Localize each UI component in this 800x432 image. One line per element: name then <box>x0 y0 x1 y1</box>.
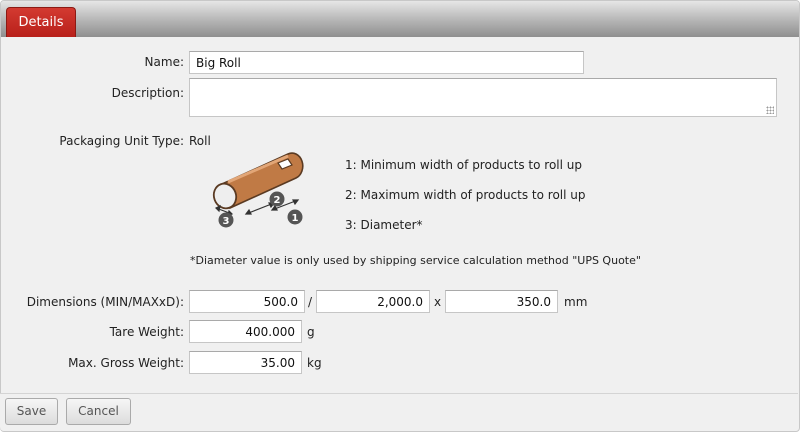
packaging-unit-type-label: Packaging Unit Type: <box>59 134 184 148</box>
legend-item-diameter: 3: Diameter* <box>345 218 423 232</box>
dimensions-label: Dimensions (MIN/MAXxD): <box>26 295 184 309</box>
name-input[interactable] <box>189 51 584 74</box>
cancel-button[interactable]: Cancel <box>66 398 131 425</box>
panel-header: Details <box>1 1 799 37</box>
dimension-min-input[interactable] <box>189 290 305 313</box>
dimension-diameter-input[interactable] <box>445 290 558 313</box>
name-label: Name: <box>144 55 184 69</box>
dimension-separator-x: x <box>434 295 442 309</box>
max-gross-weight-input[interactable] <box>189 351 302 374</box>
tare-weight-unit: g <box>307 325 315 339</box>
tare-weight-label: Tare Weight: <box>109 325 184 339</box>
marker-1-label: 1 <box>292 213 299 224</box>
diameter-footnote: *Diameter value is only used by shipping… <box>190 254 641 267</box>
legend-item-max-width: 2: Maximum width of products to roll up <box>345 188 586 202</box>
marker-2-label: 2 <box>274 195 281 206</box>
dimension-unit: mm <box>564 295 588 309</box>
save-button[interactable]: Save <box>5 398 58 425</box>
legend-item-min-width: 1: Minimum width of products to roll up <box>345 158 582 172</box>
dimension-max-input[interactable] <box>316 290 430 313</box>
description-textarea[interactable] <box>189 78 777 117</box>
description-label: Description: <box>111 86 184 100</box>
tab-details[interactable]: Details <box>6 7 76 37</box>
roll-cylinder-icon <box>212 152 304 210</box>
tare-weight-input[interactable] <box>189 320 302 343</box>
packaging-unit-type-value: Roll <box>189 134 211 148</box>
marker-3-label: 3 <box>223 216 230 227</box>
max-gross-weight-unit: kg <box>307 356 322 370</box>
max-gross-weight-label: Max. Gross Weight: <box>68 356 184 370</box>
dimension-separator-slash: / <box>308 295 313 309</box>
resize-handle-icon[interactable] <box>766 106 774 114</box>
roll-diagram-icon: 3 2 1 <box>212 152 304 228</box>
